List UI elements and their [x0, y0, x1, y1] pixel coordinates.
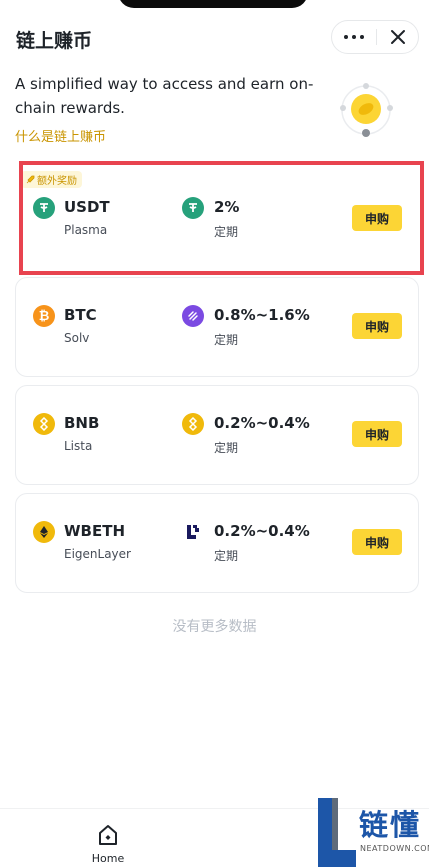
- device-notch: [118, 0, 308, 8]
- close-button[interactable]: [377, 21, 419, 53]
- product-rate: 0.2%~0.4%: [214, 522, 310, 540]
- product-protocol: Lista: [64, 439, 93, 453]
- product-term: 定期: [214, 225, 239, 239]
- btc-icon: ₿: [33, 305, 55, 327]
- bnb-icon: [33, 413, 55, 435]
- eigenlayer-icon: [182, 521, 204, 543]
- watermark-text: 链懂: [359, 808, 422, 842]
- product-symbol: BTC: [64, 306, 97, 324]
- watermark-url: NEATDOWN.COM: [360, 844, 429, 853]
- no-more-data-text: 没有更多数据: [172, 619, 257, 635]
- hero-coin-illustration: [334, 78, 398, 142]
- tab-home-label: Home: [91, 852, 125, 865]
- more-dot: [352, 35, 356, 39]
- subscribe-button[interactable]: 申购: [352, 421, 402, 447]
- product-symbol: WBETH: [64, 522, 126, 540]
- product-symbol: USDT: [64, 198, 110, 216]
- more-button[interactable]: [332, 21, 376, 53]
- usdt-icon: [182, 197, 204, 219]
- product-rate: 0.8%~1.6%: [214, 306, 310, 324]
- product-symbol: BNB: [64, 414, 100, 432]
- home-icon: [99, 825, 117, 845]
- subscribe-button[interactable]: 申购: [352, 205, 402, 231]
- product-rate: 2%: [214, 198, 240, 216]
- solv-icon: [182, 305, 204, 327]
- extra-reward-badge: 额外奖励: [21, 171, 82, 188]
- watermark-logo: 链懂 NEATDOWN.COM: [316, 798, 429, 867]
- rocket-icon: [26, 175, 35, 183]
- product-protocol: EigenLayer: [64, 547, 131, 561]
- usdt-icon: [33, 197, 55, 219]
- bnb-icon: [182, 413, 204, 435]
- mini-program-capsule: [331, 20, 419, 54]
- product-term: 定期: [214, 333, 239, 347]
- extra-reward-label: 额外奖励: [37, 176, 77, 187]
- what-is-onchain-earn-link[interactable]: 什么是链上赚币: [15, 126, 106, 145]
- intro-description: A simplified way to access and earn on-c…: [15, 75, 314, 117]
- product-protocol: Plasma: [64, 223, 108, 237]
- page-title: 链上赚币: [16, 30, 93, 52]
- subscribe-button[interactable]: 申购: [352, 313, 402, 339]
- product-term: 定期: [214, 441, 239, 455]
- more-dot: [360, 35, 364, 39]
- product-rate: 0.2%~0.4%: [214, 414, 310, 432]
- more-dot: [344, 35, 348, 39]
- subscribe-button[interactable]: 申购: [352, 529, 402, 555]
- product-term: 定期: [214, 549, 239, 563]
- tab-home[interactable]: Home: [90, 821, 126, 867]
- close-icon: [391, 30, 405, 44]
- product-protocol: Solv: [64, 331, 90, 345]
- eth-icon: [33, 521, 55, 543]
